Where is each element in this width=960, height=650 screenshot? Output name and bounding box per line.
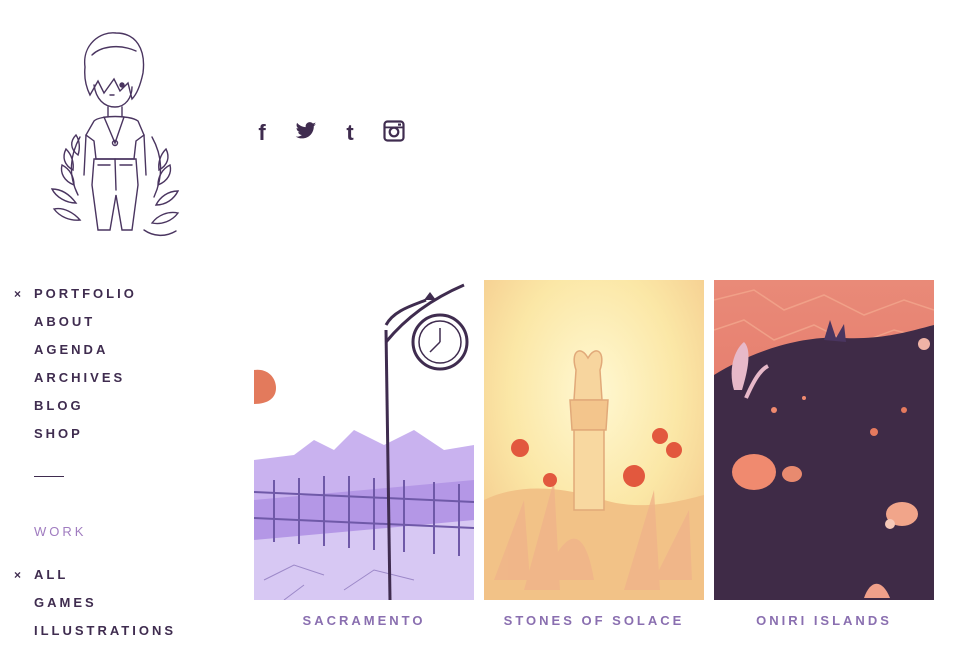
filter-label: ILLUSTRATIONS xyxy=(34,623,177,638)
oniri-islands-thumbnail xyxy=(714,280,934,600)
stones-of-solace-thumbnail xyxy=(484,280,704,600)
main-nav: × PORTFOLIO ABOUT AGENDA ARCHIVES BLOG S… xyxy=(14,285,214,453)
filter-games[interactable]: GAMES xyxy=(14,594,214,622)
nav-item-blog[interactable]: BLOG xyxy=(14,397,214,425)
active-marker: × xyxy=(14,287,22,301)
nav-item-label: SHOP xyxy=(34,426,83,441)
gallery-card-sacramento[interactable]: SACRAMENTO xyxy=(254,280,474,628)
instagram-icon[interactable] xyxy=(383,120,405,142)
gallery-card-oniri-islands[interactable]: ONIRI ISLANDS xyxy=(714,280,934,628)
nav-item-label: AGENDA xyxy=(34,342,109,357)
filter-illustrations[interactable]: ILLUSTRATIONS xyxy=(14,622,214,650)
nav-item-about[interactable]: ABOUT xyxy=(14,313,214,341)
nav-item-label: ABOUT xyxy=(34,314,96,329)
gallery-card-stones-of-solace[interactable]: STONES OF SOLACE xyxy=(484,280,704,628)
nav-item-label: PORTFOLIO xyxy=(34,286,137,301)
facebook-icon[interactable]: f xyxy=(251,120,273,142)
gallery-card-title: SACRAMENTO xyxy=(302,613,426,628)
nav-item-agenda[interactable]: AGENDA xyxy=(14,341,214,369)
nav-item-label: ARCHIVES xyxy=(34,370,126,385)
tumblr-icon[interactable]: t xyxy=(339,120,361,142)
filter-label: GAMES xyxy=(34,595,97,610)
social-links: f t xyxy=(251,120,405,142)
nav-item-shop[interactable]: SHOP xyxy=(14,425,214,453)
nav-item-archives[interactable]: ARCHIVES xyxy=(14,369,214,397)
work-filters: × ALL GAMES ILLUSTRATIONS xyxy=(14,566,214,650)
nav-divider xyxy=(34,476,64,477)
work-section-title: WORK xyxy=(34,524,87,539)
tumblr-glyph: t xyxy=(346,120,354,142)
active-marker: × xyxy=(14,568,22,582)
avatar[interactable] xyxy=(40,25,190,245)
filter-all[interactable]: × ALL xyxy=(14,566,214,594)
gallery-card-title: STONES OF SOLACE xyxy=(503,613,685,628)
twitter-icon[interactable] xyxy=(295,120,317,142)
avatar-illustration xyxy=(50,32,180,237)
filter-label: ALL xyxy=(34,567,69,582)
sacramento-thumbnail xyxy=(254,280,474,600)
nav-item-portfolio[interactable]: × PORTFOLIO xyxy=(14,285,214,313)
gallery-card-title: ONIRI ISLANDS xyxy=(756,613,892,628)
nav-item-label: BLOG xyxy=(34,398,84,413)
facebook-glyph: f xyxy=(258,120,266,142)
